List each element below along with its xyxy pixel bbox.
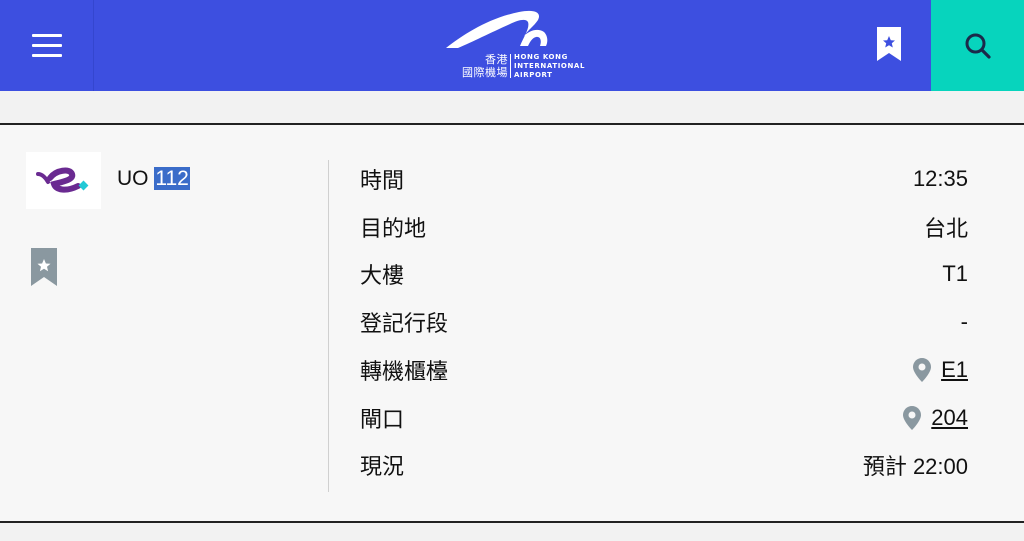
gate-link[interactable]: 204 bbox=[903, 405, 968, 431]
detail-value-text: - bbox=[960, 309, 968, 334]
bookmark-star-icon bbox=[877, 27, 901, 61]
detail-row-time: 時間 12:35 bbox=[360, 163, 968, 195]
location-pin-icon bbox=[913, 358, 932, 382]
page-background bbox=[0, 523, 1024, 541]
detail-label: 目的地 bbox=[360, 217, 427, 242]
my-flights-button[interactable] bbox=[871, 24, 907, 64]
logo-cn-line1: 香港 bbox=[485, 53, 508, 66]
menu-button[interactable] bbox=[0, 0, 94, 91]
flight-card[interactable]: UO 112 時間 12:35 目的地 台北 大樓 T1 登記行段 - 轉機櫃檯… bbox=[0, 123, 1024, 523]
detail-row-terminal: 大樓 T1 bbox=[360, 258, 968, 290]
logo-chinese-text: 香港 國際機場 bbox=[458, 53, 508, 79]
detail-row-transfer-desk: 轉機櫃檯 E1 bbox=[360, 354, 968, 386]
column-divider bbox=[328, 160, 329, 492]
bookmark-flight-button[interactable] bbox=[31, 248, 59, 286]
logo-cn-line2: 國際機場 bbox=[462, 66, 508, 79]
detail-value-text: T1 bbox=[942, 261, 968, 286]
detail-value-text: 12:35 bbox=[912, 166, 968, 191]
detail-label: 現況 bbox=[360, 455, 405, 480]
logo-en-line1: HONG KONG bbox=[514, 53, 568, 61]
detail-label: 閘口 bbox=[360, 408, 405, 433]
airport-logo-icon bbox=[446, 10, 548, 49]
detail-value-text[interactable]: 204 bbox=[931, 405, 968, 431]
detail-row-destination: 目的地 台北 bbox=[360, 211, 968, 243]
logo-separator bbox=[510, 54, 511, 78]
flight-number: UO 112 bbox=[117, 165, 190, 193]
logo-en-line2: INTERNATIONAL bbox=[514, 62, 586, 70]
hamburger-icon bbox=[31, 33, 62, 58]
hk-express-logo-icon bbox=[36, 167, 89, 193]
bookmark-star-icon bbox=[31, 248, 57, 286]
detail-value: 12:35 bbox=[913, 166, 968, 192]
logo-english-text: HONG KONG INTERNATIONAL AIRPORT bbox=[514, 53, 585, 80]
top-header: 香港 國際機場 HONG KONG INTERNATIONAL AIRPORT bbox=[0, 0, 1024, 91]
location-pin-icon bbox=[903, 406, 922, 430]
detail-row-check-in-aisle: 登記行段 - bbox=[360, 306, 968, 338]
detail-value: - bbox=[961, 309, 968, 335]
detail-value: 預計 22:00 bbox=[863, 449, 968, 481]
logo-en-line3: AIRPORT bbox=[514, 71, 553, 79]
detail-label: 時間 bbox=[360, 169, 405, 194]
detail-value: T1 bbox=[942, 261, 968, 287]
detail-label: 大樓 bbox=[360, 264, 405, 289]
detail-row-status: 現況 預計 22:00 bbox=[360, 449, 968, 481]
detail-value: 台北 bbox=[924, 211, 968, 243]
detail-label: 轉機櫃檯 bbox=[360, 360, 449, 385]
detail-label: 登記行段 bbox=[360, 312, 449, 337]
transfer-desk-link[interactable]: E1 bbox=[913, 357, 968, 383]
detail-value-text: 預計 22:00 bbox=[862, 454, 968, 479]
detail-value-text: 台北 bbox=[923, 216, 968, 241]
search-button[interactable] bbox=[931, 0, 1024, 91]
search-icon bbox=[965, 33, 991, 59]
airport-logo[interactable]: 香港 國際機場 HONG KONG INTERNATIONAL AIRPORT bbox=[444, 6, 584, 82]
detail-value-text[interactable]: E1 bbox=[941, 357, 968, 383]
detail-row-gate: 閘口 204 bbox=[360, 402, 968, 434]
flight-code-number: 112 bbox=[154, 167, 190, 190]
flight-code-prefix: UO bbox=[117, 167, 149, 190]
airline-logo bbox=[26, 152, 101, 209]
